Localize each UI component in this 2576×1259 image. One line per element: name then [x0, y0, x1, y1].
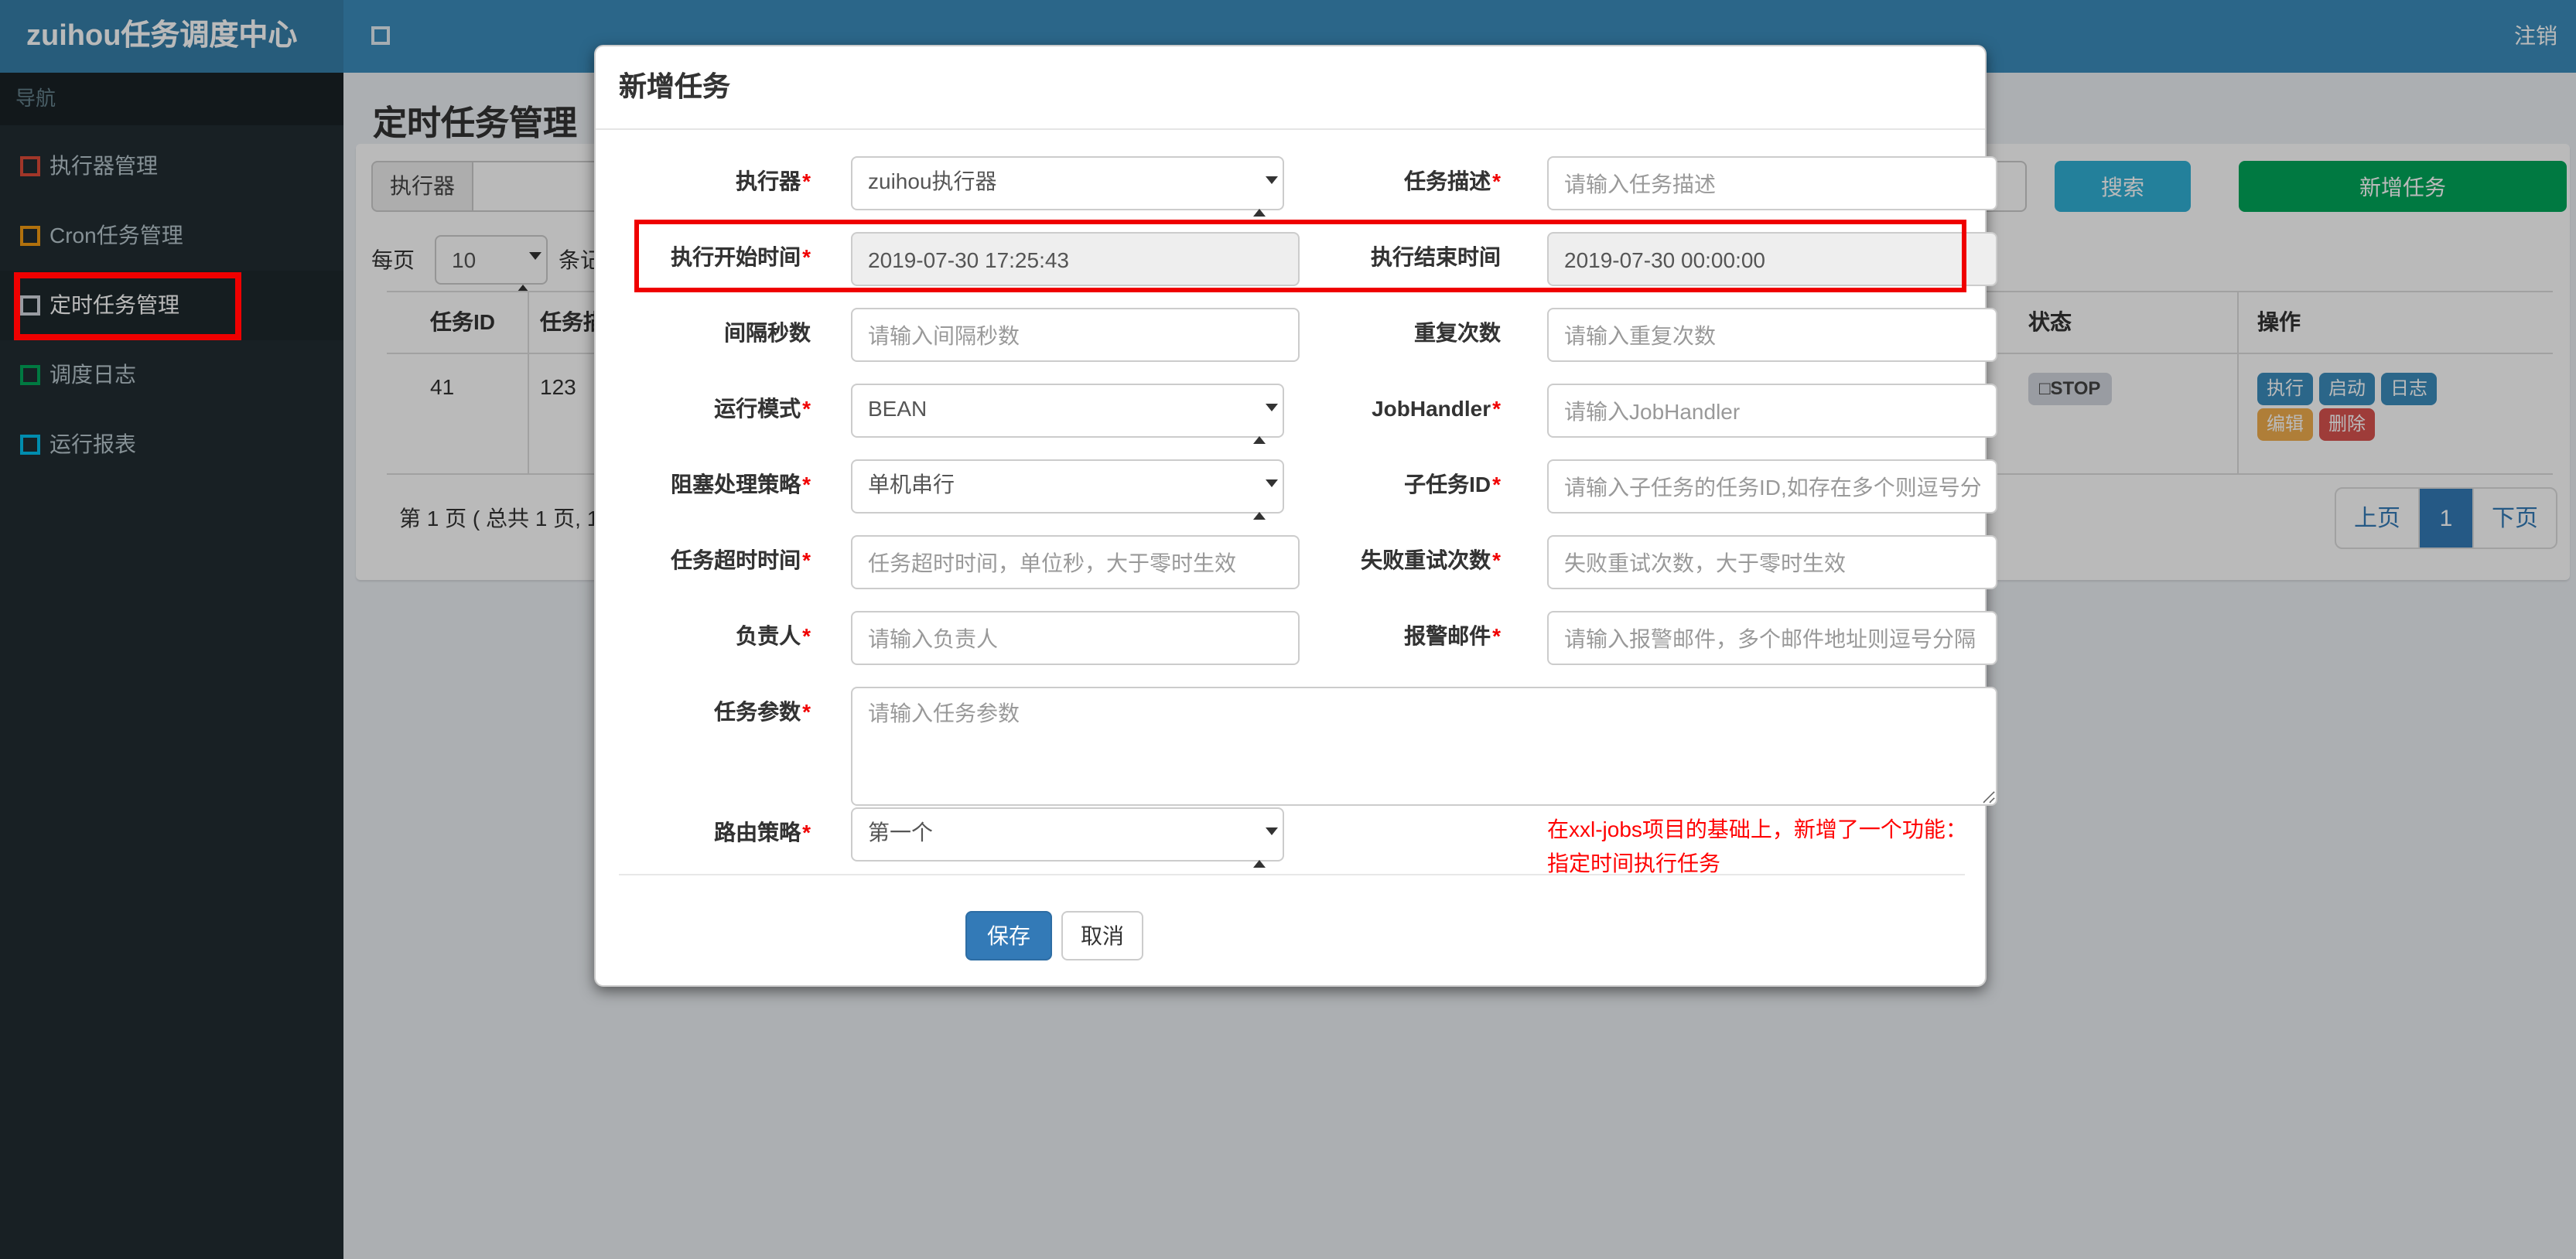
route-strategy-select-value: 第一个 — [868, 820, 933, 844]
job-param-textarea[interactable] — [851, 687, 1997, 806]
modal-header: 新增任务 — [596, 46, 1985, 130]
add-task-modal: 新增任务 执行器* zuihou执行器 任务描述* 执行开始时间* 执行结束时间… — [594, 45, 1997, 987]
route-strategy-label: 路由策略 * — [714, 820, 811, 844]
timeout-label: 任务超时时间 * — [671, 548, 811, 572]
modal-footer-divider — [619, 874, 1965, 875]
repeat-count-label: 重复次数 — [1414, 320, 1501, 345]
job-handler-input[interactable] — [1547, 384, 1997, 438]
job-desc-label: 任务描述 * — [1404, 169, 1501, 193]
fail-retry-input[interactable] — [1547, 535, 1997, 589]
cancel-button[interactable]: 取消 — [1061, 911, 1143, 960]
route-strategy-select[interactable]: 第一个 — [851, 807, 1284, 867]
child-job-id-label: 子任务ID * — [1404, 472, 1501, 496]
job-desc-input[interactable] — [1547, 156, 1997, 210]
save-button[interactable]: 保存 — [965, 911, 1052, 960]
alarm-email-label: 报警邮件 * — [1404, 623, 1501, 648]
interval-label: 间隔秒数 — [724, 320, 811, 345]
start-time-label: 执行开始时间 * — [671, 244, 811, 269]
executor-select[interactable]: zuihou执行器 — [851, 156, 1284, 216]
run-mode-label: 运行模式 * — [714, 396, 811, 421]
feature-note: 在xxl-jobs项目的基础上，新增了一个功能： 指定时间执行任务 — [1547, 814, 1967, 880]
run-mode-select-value: BEAN — [868, 396, 928, 421]
block-strategy-label: 阻塞处理策略 * — [671, 472, 811, 496]
end-time-input[interactable] — [1547, 232, 1997, 286]
interval-input[interactable] — [851, 308, 1300, 362]
owner-label: 负责人 * — [736, 623, 811, 648]
fail-retry-label: 失败重试次数 * — [1361, 548, 1501, 572]
feature-note-line1: 在xxl-jobs项目的基础上，新增了一个功能： — [1547, 817, 1967, 841]
alarm-email-input[interactable] — [1547, 611, 1997, 665]
owner-input[interactable] — [851, 611, 1300, 665]
timeout-input[interactable] — [851, 535, 1300, 589]
job-handler-label: JobHandler * — [1372, 396, 1501, 421]
repeat-count-input[interactable] — [1547, 308, 1997, 362]
end-time-label: 执行结束时间 — [1371, 244, 1501, 269]
app-root: zuihou任务调度中心 注销 导航 执行器管理 Cron任务管理 定时任务管理… — [0, 0, 2576, 1259]
select-stepper-icon — [1253, 824, 1278, 867]
job-param-label: 任务参数 * — [714, 699, 811, 724]
block-strategy-select-value: 单机串行 — [868, 472, 955, 496]
start-time-input[interactable] — [851, 232, 1300, 286]
executor-label: 执行器 * — [736, 169, 811, 193]
block-strategy-select[interactable]: 单机串行 — [851, 459, 1284, 519]
modal-title: 新增任务 — [619, 71, 730, 102]
executor-select-value: zuihou执行器 — [868, 169, 997, 193]
run-mode-select[interactable]: BEAN — [851, 384, 1284, 443]
child-job-id-input[interactable] — [1547, 459, 1997, 513]
